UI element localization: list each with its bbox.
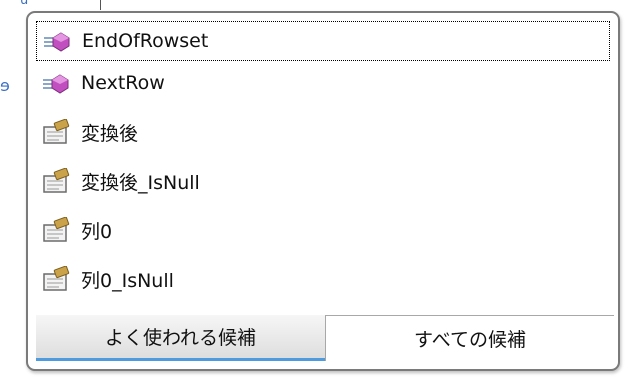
background-text-fragment: u [20,0,29,8]
completion-item-henkango[interactable]: 変換後 [36,112,610,152]
completion-item-label: 変換後 [81,122,139,145]
completion-item-retsu0[interactable]: 列0 [36,210,610,250]
completion-item-label: NextRow [81,72,165,94]
completion-item-label: EndOfRowset [82,30,209,52]
completion-item-retsu0-isnull[interactable]: 列0_IsNull [36,259,610,299]
tab-all-candidates[interactable]: すべての候補 [325,315,614,361]
completion-item-label: 列0 [81,220,113,243]
completion-item-label: 列0_IsNull [81,269,174,292]
property-icon [39,118,73,146]
intellisense-popup: EndOfRowset NextRow 変換後 変換後_IsNull 列0 列0… [26,11,620,371]
property-icon [39,167,73,195]
completion-list[interactable]: EndOfRowset NextRow 変換後 変換後_IsNull 列0 列0… [36,21,610,313]
property-icon [39,265,73,293]
completion-item-label: 変換後_IsNull [81,171,200,194]
editor-background: u ɘ EndOfRowset NextRow 変換後 変換後_IsNull 列… [0,0,632,382]
method-icon [39,69,73,97]
completion-item-henkango-isnull[interactable]: 変換後_IsNull [36,161,610,201]
completion-tabs: よく使われる候補 すべての候補 [36,315,614,361]
completion-item-nextrow[interactable]: NextRow [36,63,610,103]
method-icon [40,27,74,55]
background-text-fragment-left: ɘ [0,76,10,95]
caret-line [100,0,101,10]
tab-common-candidates[interactable]: よく使われる候補 [36,315,325,361]
property-icon [39,216,73,244]
completion-item-endofrowset[interactable]: EndOfRowset [36,21,610,61]
